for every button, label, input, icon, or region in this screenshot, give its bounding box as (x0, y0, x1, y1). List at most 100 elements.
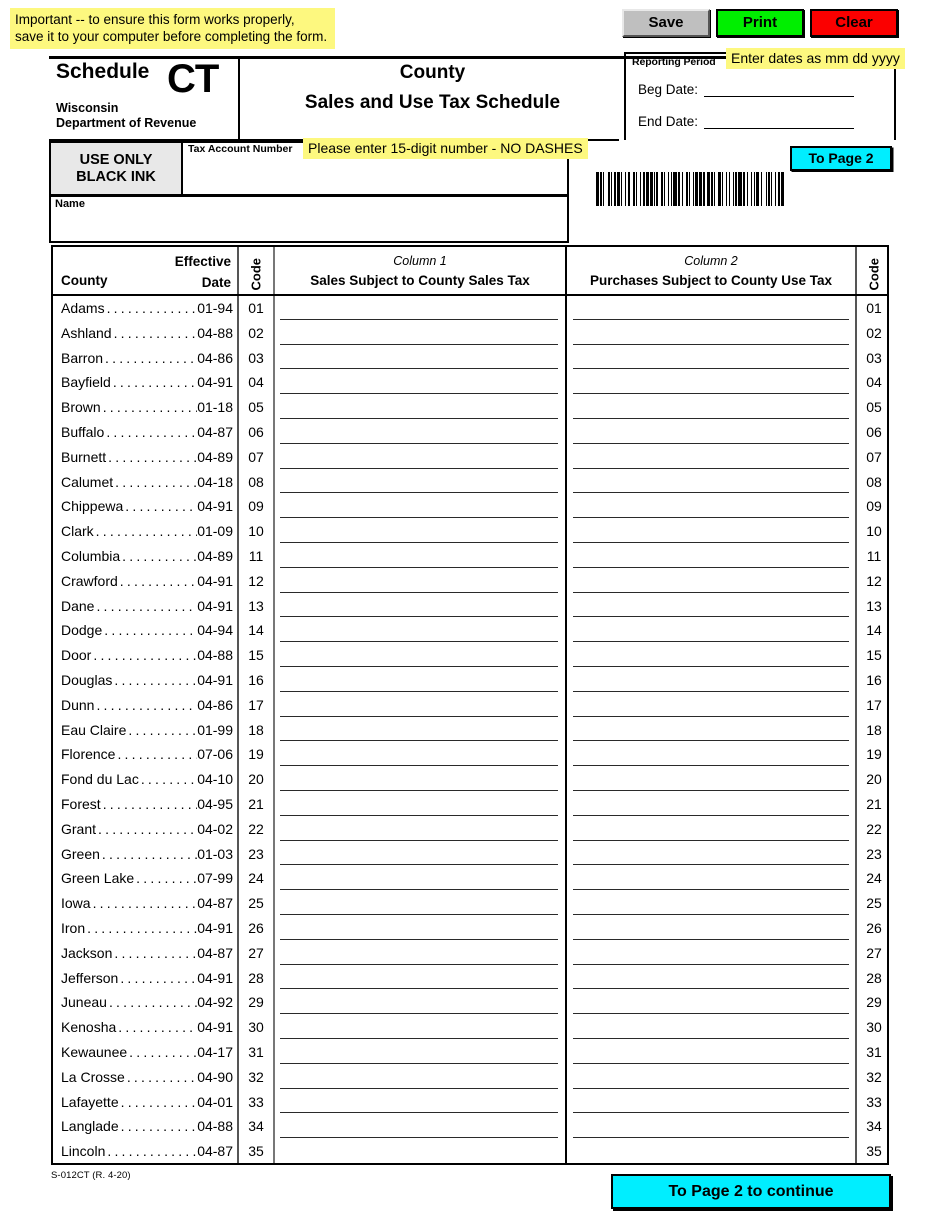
column2-entry-input[interactable] (568, 941, 854, 966)
column2-entry-input[interactable] (568, 594, 854, 619)
column1-entry-input[interactable] (275, 817, 563, 842)
column2-entry-input[interactable] (568, 718, 854, 743)
column2-entry-input[interactable] (568, 370, 854, 395)
column1-entry-input[interactable] (275, 718, 563, 743)
column1-entry-input[interactable] (275, 1065, 563, 1090)
beg-date-input[interactable] (704, 81, 854, 97)
table-row: Dunn..........................04-86 17 17 (53, 693, 887, 718)
column2-entry-input[interactable] (568, 1090, 854, 1115)
code-cell-right: 10 (866, 523, 882, 540)
column1-entry-input[interactable] (275, 445, 563, 470)
column1-entry-input[interactable] (275, 1090, 563, 1115)
column2-entry-input[interactable] (568, 643, 854, 668)
column1-entry-input[interactable] (275, 470, 563, 495)
column1-entry-input[interactable] (275, 346, 563, 371)
code-cell-left: 27 (248, 944, 264, 961)
column1-entry-input[interactable] (275, 1114, 563, 1139)
column2-entry-input[interactable] (568, 1015, 854, 1040)
column2-entry-input[interactable] (568, 1040, 854, 1065)
column2-entry-input[interactable] (568, 519, 854, 544)
column1-entry-input[interactable] (275, 742, 563, 767)
column1-entry-input[interactable] (275, 618, 563, 643)
leader-dots: .......................... (117, 746, 197, 763)
header-code-left-text: Code (248, 258, 264, 291)
name-input[interactable] (49, 195, 569, 243)
column2-entry-input[interactable] (568, 618, 854, 643)
column2-entry-input[interactable] (568, 693, 854, 718)
header-column2-main: Purchases Subject to County Use Tax (589, 273, 833, 288)
column1-entry-input[interactable] (275, 866, 563, 891)
code-cell-right: 05 (866, 399, 882, 416)
column1-entry-input[interactable] (275, 296, 563, 321)
column2-entry-input[interactable] (568, 346, 854, 371)
column2-entry-input[interactable] (568, 842, 854, 867)
county-cell: Bayfield..........................04-91 (61, 370, 233, 395)
column2-entry-input[interactable] (568, 916, 854, 941)
column2-entry-input[interactable] (568, 767, 854, 792)
column2-entry-input[interactable] (568, 1139, 854, 1164)
column1-entry-input[interactable] (275, 693, 563, 718)
column1-entry-input[interactable] (275, 420, 563, 445)
table-row: Ashland..........................04-88 02… (53, 321, 887, 346)
column1-entry-input[interactable] (275, 395, 563, 420)
column1-entry-input[interactable] (275, 370, 563, 395)
county-name: Iowa (61, 895, 91, 912)
column1-entry-input[interactable] (275, 891, 563, 916)
column1-entry-input[interactable] (275, 643, 563, 668)
form-number: S-012CT (R. 4-20) (51, 1170, 131, 1181)
to-page-2-button[interactable]: To Page 2 (790, 146, 892, 171)
column1-entry-input[interactable] (275, 842, 563, 867)
column1-entry-input[interactable] (275, 544, 563, 569)
column1-entry-input[interactable] (275, 1015, 563, 1040)
column1-entry-input[interactable] (275, 916, 563, 941)
column2-entry-input[interactable] (568, 569, 854, 594)
print-button[interactable]: Print (716, 9, 804, 37)
column2-entry-input[interactable] (568, 891, 854, 916)
column2-entry-input[interactable] (568, 321, 854, 346)
county-cell: Ashland..........................04-88 (61, 321, 233, 346)
clear-button[interactable]: Clear (810, 9, 898, 37)
column1-entry-input[interactable] (275, 321, 563, 346)
table-row: Eau Claire..........................01-9… (53, 718, 887, 743)
save-button[interactable]: Save (622, 9, 710, 37)
table-row: Lafayette..........................04-01… (53, 1090, 887, 1115)
column1-entry-input[interactable] (275, 519, 563, 544)
column2-entry-input[interactable] (568, 966, 854, 991)
column2-entry-input[interactable] (568, 792, 854, 817)
county-name: Douglas (61, 671, 113, 688)
column2-entry-input[interactable] (568, 544, 854, 569)
leader-dots: .......................... (104, 622, 197, 639)
header-code-left: Code (238, 252, 274, 292)
column2-entry-input[interactable] (568, 990, 854, 1015)
column2-entry-input[interactable] (568, 742, 854, 767)
column2-entry-input[interactable] (568, 420, 854, 445)
column2-entry-input[interactable] (568, 470, 854, 495)
column1-entry-input[interactable] (275, 494, 563, 519)
column1-entry-input[interactable] (275, 569, 563, 594)
column2-entry-input[interactable] (568, 668, 854, 693)
code-cell-left: 17 (248, 696, 264, 713)
end-date-input[interactable] (704, 113, 854, 129)
county-name: Chippewa (61, 498, 124, 515)
column2-entry-input[interactable] (568, 1065, 854, 1090)
column1-entry-input[interactable] (275, 990, 563, 1015)
column2-entry-input[interactable] (568, 445, 854, 470)
column1-entry-input[interactable] (275, 966, 563, 991)
column1-entry-input[interactable] (275, 668, 563, 693)
column1-entry-input[interactable] (275, 594, 563, 619)
column1-entry-input[interactable] (275, 1040, 563, 1065)
column2-entry-input[interactable] (568, 1114, 854, 1139)
column1-entry-input[interactable] (275, 767, 563, 792)
column1-entry-input[interactable] (275, 1139, 563, 1164)
county-name: Juneau (61, 994, 107, 1011)
column2-entry-input[interactable] (568, 296, 854, 321)
column2-entry-input[interactable] (568, 494, 854, 519)
column1-entry-input[interactable] (275, 941, 563, 966)
column1-entry-input[interactable] (275, 792, 563, 817)
column2-entry-input[interactable] (568, 866, 854, 891)
county-cell: Fond du Lac..........................04-… (61, 767, 233, 792)
column2-entry-input[interactable] (568, 395, 854, 420)
to-page-2-continue-button[interactable]: To Page 2 to continue (611, 1174, 891, 1209)
code-cell-right: 18 (866, 721, 882, 738)
column2-entry-input[interactable] (568, 817, 854, 842)
